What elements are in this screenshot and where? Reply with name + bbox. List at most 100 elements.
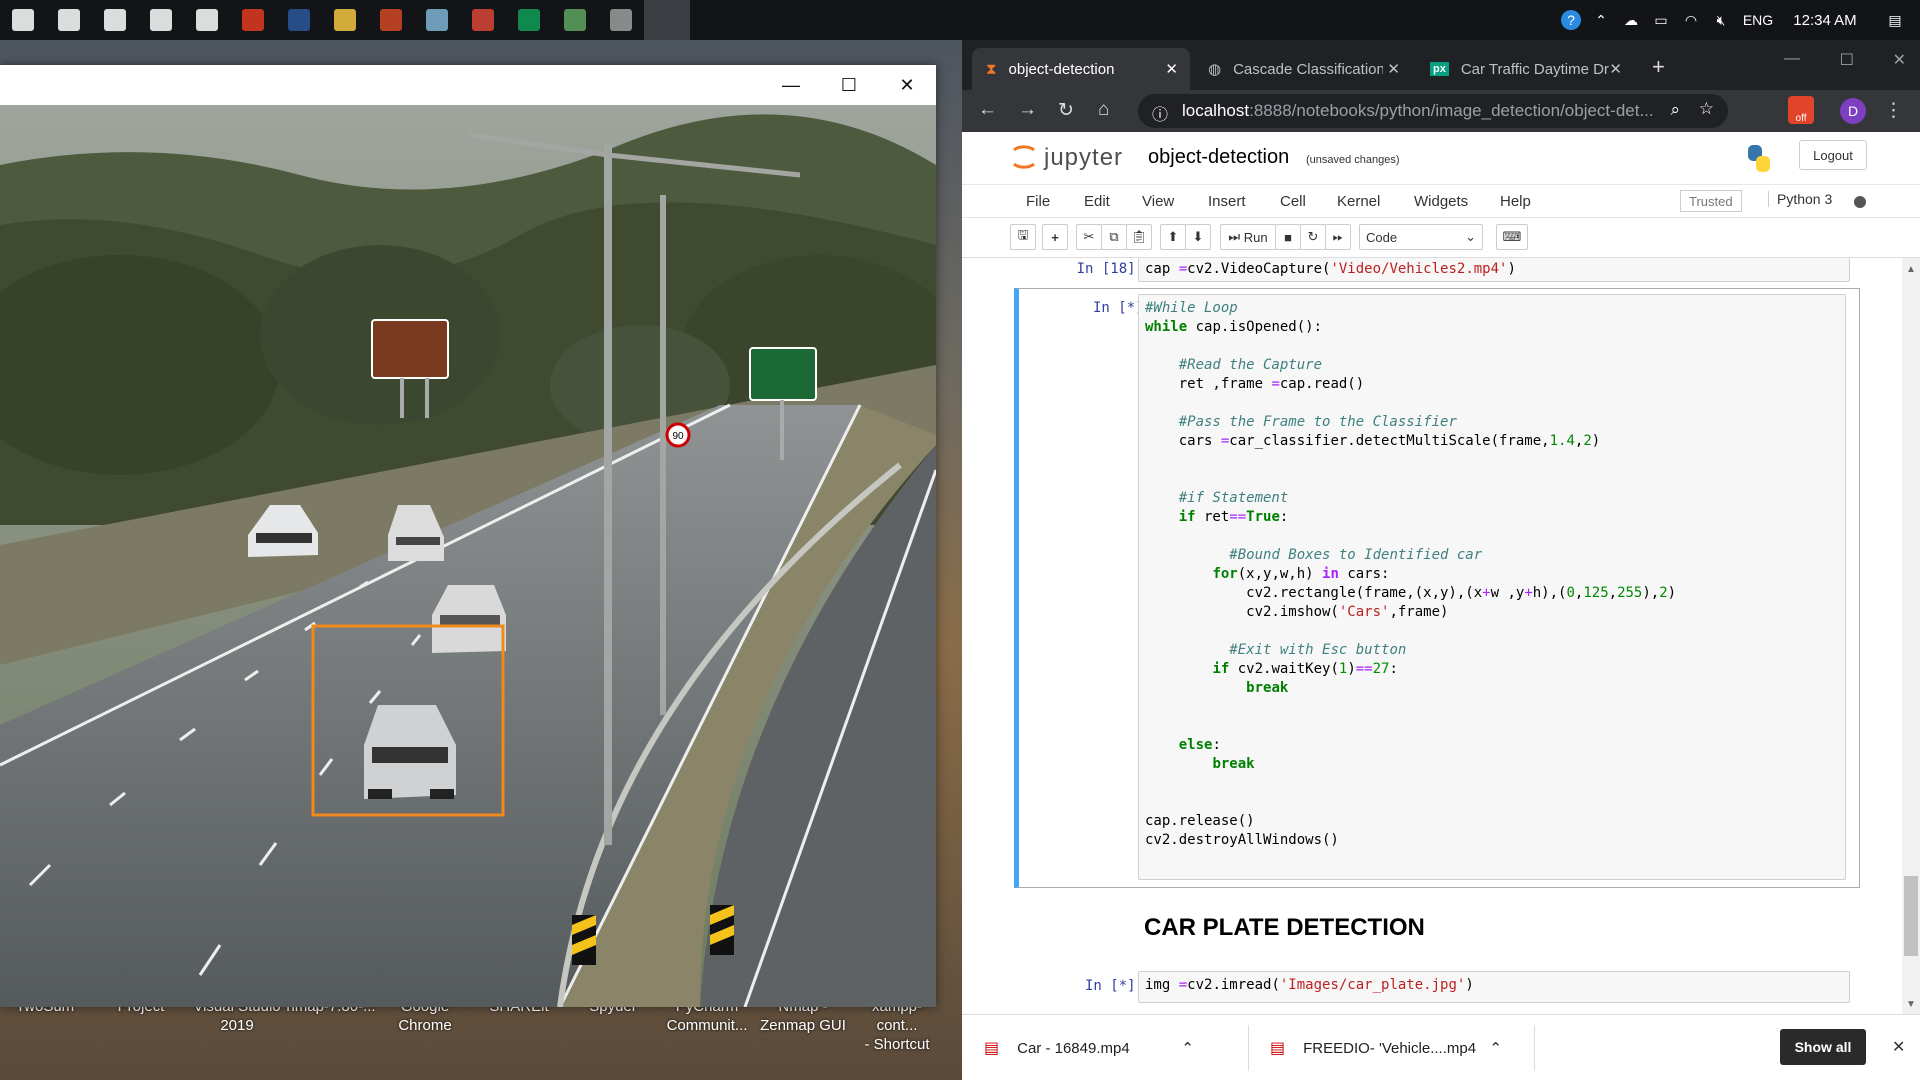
notebook-area: In [18]: cap =cv2.VideoCapture('Video/Ve… [962, 258, 1920, 1014]
photos-icon[interactable] [184, 0, 230, 40]
toolbar: ← → ↻ ⌂ ⓘ localhost:8888/notebooks/pytho… [962, 90, 1920, 132]
windows-start-icon[interactable] [0, 0, 46, 40]
chrome-icon[interactable] [460, 0, 506, 40]
restart-icon[interactable]: ↻ [1300, 224, 1326, 250]
file-explorer-icon[interactable] [322, 0, 368, 40]
move-up-icon[interactable]: ⬆ [1160, 224, 1186, 250]
tab-object-detection[interactable]: ⧗ object-detection ✕ [972, 48, 1190, 90]
close-tab-icon[interactable]: ✕ [1609, 60, 1622, 78]
cut-icon[interactable]: ✂ [1076, 224, 1102, 250]
download-bar: ▤ Car - 16849.mp4 ⌃ ▤ FREEDIO- 'Vehicle.… [962, 1014, 1920, 1080]
minimize-button[interactable]: — [1784, 50, 1800, 68]
wifi-icon[interactable]: ◠ [1676, 0, 1706, 40]
chevron-down-icon: ⌄ [1465, 229, 1476, 244]
info-icon: ⓘ [1152, 107, 1169, 124]
extension-icon[interactable]: off [1788, 96, 1814, 124]
maximize-button[interactable]: ☐ [820, 65, 878, 105]
scrollbar[interactable]: ▲ ▼ [1902, 258, 1920, 1014]
hourglass-icon: ⧗ [986, 60, 997, 78]
show-all-button[interactable]: Show all [1780, 1029, 1866, 1065]
menu-kernel[interactable]: Kernel [1337, 193, 1380, 210]
globe-icon: ◍ [1208, 61, 1222, 78]
notifications-icon[interactable]: ▤ [1870, 0, 1920, 40]
chevron-up-icon[interactable]: ⌃ [1586, 0, 1616, 40]
home-icon[interactable]: ⌂ [1098, 99, 1109, 121]
office-icon[interactable] [230, 0, 276, 40]
maximize-button[interactable]: ☐ [1840, 50, 1854, 70]
zoom-icon[interactable]: ⌕ [1670, 100, 1680, 120]
spreadsheet-icon[interactable] [552, 0, 598, 40]
close-button[interactable]: ✕ [1893, 50, 1906, 70]
terminal-icon[interactable] [598, 0, 644, 40]
minimize-button[interactable]: — [762, 65, 820, 105]
menu-cell[interactable]: Cell [1280, 193, 1306, 210]
scrollbar-thumb[interactable] [1904, 876, 1918, 956]
language-indicator[interactable]: ENG [1736, 0, 1780, 40]
task-view-icon[interactable] [138, 0, 184, 40]
chrome-window: ⧗ object-detection ✕ ◍ Cascade Classific… [962, 40, 1920, 1080]
menu-widgets[interactable]: Widgets [1414, 193, 1468, 210]
jupyter-toolbar: 🖫︎ + ✂ ⧉ 📋︎ ⬆ ⬇ ⏭︎ Run ■ ↻ ⏩︎ Code ⌄ ⌨ [962, 218, 1920, 258]
close-download-bar-button[interactable]: ✕ [1892, 1037, 1905, 1057]
reload-icon[interactable]: ↻ [1058, 99, 1074, 122]
paste-icon[interactable]: 📋︎ [1126, 224, 1152, 250]
car [432, 585, 506, 653]
download-item[interactable]: ▤ FREEDIO- 'Vehicle....mp4 ⌃ [1270, 1015, 1502, 1080]
notes-icon[interactable] [414, 0, 460, 40]
logout-button[interactable]: Logout [1799, 140, 1867, 170]
back-icon[interactable]: ← [978, 99, 997, 121]
move-down-icon[interactable]: ⬇ [1185, 224, 1211, 250]
jupyter-logo-text: jupyter [1044, 144, 1124, 171]
code-cell[interactable]: cap =cv2.VideoCapture('Video/Vehicles2.m… [1138, 258, 1850, 282]
save-icon[interactable]: 🖫︎ [1010, 224, 1036, 250]
interrupt-icon[interactable]: ■ [1275, 224, 1301, 250]
cell-type-select[interactable]: Code ⌄ [1359, 224, 1483, 250]
battery-icon[interactable]: ▭ [1646, 0, 1676, 40]
menu-view[interactable]: View [1142, 193, 1174, 210]
video-window: — ☐ ✕ 90 [0, 65, 936, 1007]
video-frame: 90 [0, 105, 936, 1007]
trusted-indicator[interactable]: Trusted [1680, 190, 1742, 212]
menu-help[interactable]: Help [1500, 193, 1531, 210]
chevron-up-icon: ⌃ [1181, 1040, 1194, 1057]
forward-icon[interactable]: → [1018, 99, 1037, 121]
close-tab-icon[interactable]: ✕ [1165, 60, 1178, 78]
address-bar[interactable]: ⓘ localhost:8888/notebooks/python/image_… [1138, 94, 1728, 128]
volume-muted-icon[interactable]: 🔇︎ [1706, 0, 1736, 40]
menu-file[interactable]: File [1026, 193, 1050, 210]
code-cell[interactable]: #While Loop while cap.isOpened(): #Read … [1138, 294, 1846, 880]
search-icon[interactable] [46, 0, 92, 40]
avatar[interactable]: D [1840, 98, 1866, 124]
keyboard-icon[interactable]: ⌨ [1496, 224, 1528, 250]
download-item[interactable]: ▤ Car - 16849.mp4 ⌃ [984, 1015, 1200, 1080]
menu-kebab-icon[interactable]: ⋮ [1884, 99, 1903, 122]
file-icon: ▤ [984, 1040, 1000, 1057]
markdown-heading[interactable]: CAR PLATE DETECTION [1144, 914, 1425, 942]
onedrive-icon[interactable]: ☁ [1616, 0, 1646, 40]
bookmark-star-icon[interactable]: ☆ [1699, 99, 1714, 119]
scroll-up-icon: ▲ [1906, 264, 1916, 275]
menu-insert[interactable]: Insert [1208, 193, 1246, 210]
restart-run-all-icon[interactable]: ⏩︎ [1325, 224, 1351, 250]
close-tab-icon[interactable]: ✕ [1387, 60, 1400, 78]
jupyter-logo-icon[interactable] [1010, 142, 1038, 172]
cortana-icon[interactable] [92, 0, 138, 40]
close-button[interactable]: ✕ [878, 65, 936, 105]
run-button[interactable]: ⏭︎ Run [1220, 224, 1276, 250]
help-icon[interactable]: ? [1556, 0, 1586, 40]
code-cell[interactable]: img =cv2.imread('Images/car_plate.jpg') [1138, 971, 1850, 1003]
notebook-name[interactable]: object-detection [1148, 146, 1289, 169]
kernel-name: Python 3 [1768, 191, 1832, 207]
copy-icon[interactable]: ⧉ [1101, 224, 1127, 250]
clock[interactable]: 12:34 AM [1780, 12, 1870, 29]
word-icon[interactable] [276, 0, 322, 40]
svg-text:?: ? [1567, 12, 1575, 28]
menu-edit[interactable]: Edit [1084, 193, 1110, 210]
powerpoint-icon[interactable] [368, 0, 414, 40]
save-status: (unsaved changes) [1306, 154, 1400, 166]
new-tab-button[interactable]: + [1652, 54, 1665, 80]
tab-cascade-classification[interactable]: ◍ Cascade Classification ✕ [1194, 48, 1412, 90]
tab-car-traffic[interactable]: px Car Traffic Daytime Dr ✕ [1416, 48, 1634, 90]
insert-cell-icon[interactable]: + [1042, 224, 1068, 250]
chrome-icon[interactable] [506, 0, 552, 40]
